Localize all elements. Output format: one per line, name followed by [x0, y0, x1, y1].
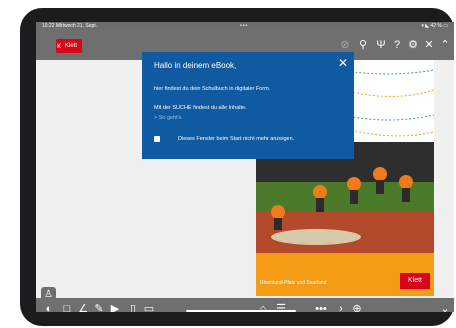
status-bar: 10:22 Mittwoch 21. Sept. ••• ▾ ◣ 42 % ▭	[36, 22, 454, 30]
welcome-popup: Hallo in deinem eBook, ✕ hier findest du…	[142, 52, 354, 159]
mode-toggle[interactable]: ◐	[42, 302, 56, 312]
zoom-icon[interactable]: ⊕	[350, 302, 364, 312]
cover-region-text: Rheinland-Pfalz und Saarland	[260, 280, 327, 286]
popup-howto-link[interactable]: > So geht's	[154, 115, 182, 121]
note-icon[interactable]: □	[60, 302, 74, 312]
lock-icon[interactable]: ⊘	[338, 38, 352, 52]
page-dots[interactable]: •••	[314, 302, 328, 312]
status-time: 10:22 Mittwoch 21. Sept.	[42, 23, 98, 29]
klett-logo: ᴋ Klett	[56, 39, 82, 53]
search-icon[interactable]: ⚲	[356, 38, 370, 52]
status-dots: •••	[240, 23, 249, 29]
dont-show-label[interactable]: Dieses Fenster beim Start nicht mehr anz…	[178, 136, 294, 142]
home-indicator	[186, 310, 296, 312]
trash-icon[interactable]: ▯	[126, 302, 140, 312]
klett-logo-label: Klett	[65, 43, 78, 49]
page-icon[interactable]: ▭	[142, 302, 156, 312]
close-icon[interactable]: ✕	[422, 38, 436, 52]
klett-logo-mark: ᴋ	[57, 41, 61, 50]
settings-icon[interactable]: ⚙	[406, 38, 420, 52]
help-icon[interactable]: ?	[390, 38, 404, 52]
next-page-icon[interactable]: ›	[334, 302, 348, 312]
status-battery: ▾ ◣ 42 % ▭	[421, 23, 448, 29]
popup-title: Hallo in deinem eBook,	[154, 61, 237, 70]
cover-klett-logo: Klett	[400, 273, 430, 289]
popup-search-hint: Mit der SUCHE findest du alle Inhalte.	[154, 105, 247, 111]
pen-icon[interactable]: ✎	[92, 302, 106, 312]
ruler-icon[interactable]: ∠	[76, 302, 90, 312]
popup-close-icon[interactable]: ✕	[338, 56, 348, 70]
expand-icon[interactable]: ⌄	[438, 302, 452, 312]
popup-intro-text: hier findest du dein Schulbuch in digita…	[154, 86, 271, 92]
dont-show-checkbox[interactable]	[154, 136, 160, 142]
marker-icon[interactable]: Ψ	[374, 38, 388, 52]
cover-orange-band: Rheinland-Pfalz und Saarland Klett	[256, 253, 434, 296]
pointer-icon[interactable]: ▶	[108, 302, 122, 312]
screen: 10:22 Mittwoch 21. Sept. ••• ▾ ◣ 42 % ▭ …	[36, 22, 454, 312]
collapse-icon[interactable]: ⌃	[438, 38, 452, 52]
